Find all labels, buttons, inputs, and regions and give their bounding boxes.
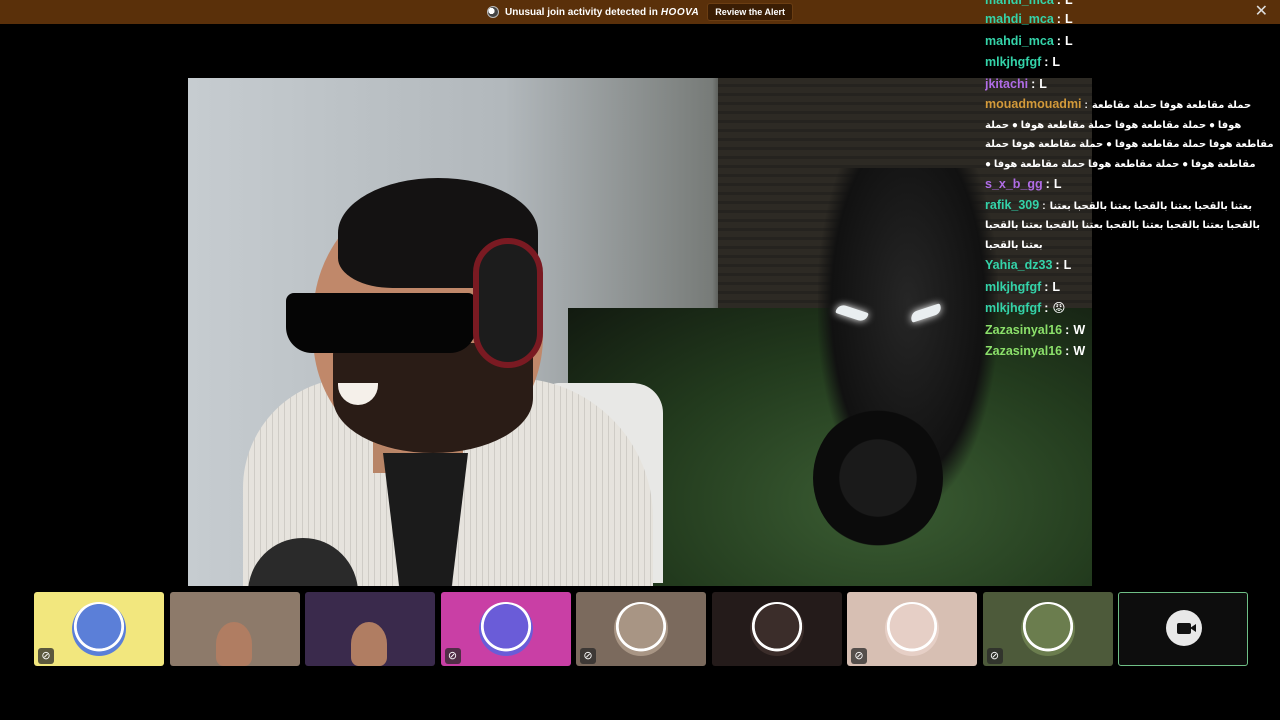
participant-tile[interactable]: ⊘ [847,592,977,666]
chat-message: mahdi_mca: L [985,33,1073,48]
camera-toggle-tile[interactable] [1118,592,1248,666]
alert-message: Unusual join activity detected in [505,6,658,18]
chat-text: L [1064,12,1073,26]
chat-username[interactable]: jkitachi [985,77,1028,91]
chat-message: Zazasinyal16: W [985,344,1086,358]
chat-username[interactable]: mouadmouadmi [985,97,1082,111]
chat-message: Yahia_dz33: L [985,258,1072,272]
chat-text: L [1064,33,1073,48]
main-video-feed[interactable] [188,78,1092,586]
camera-icon[interactable] [1166,610,1202,646]
chat-message: rafik_309: بعتنا بالقحبا بعتنا بالقحبا بع… [985,197,1261,251]
chat-message: Zazasinyal16: W [985,322,1086,337]
chat-message: mouadmouadmi: حملة مقاطعة هوفا حملة مقاطع… [985,97,1274,170]
chat-username[interactable]: mlkjhgfgf [985,280,1041,294]
chat-message: s_x_b_gg: L [985,177,1062,191]
participant-tile[interactable]: ⊘ [440,592,571,666]
chat-message: mlkjhgfgf: 😡 [985,301,1066,315]
review-alert-button[interactable]: Review the Alert [707,3,793,21]
chat-username[interactable]: mahdi_mca [985,12,1054,26]
chat-username[interactable]: s_x_b_gg [985,177,1043,191]
mic-muted-icon: ⊘ [38,648,54,664]
participant-video [215,622,252,666]
avatar [478,602,533,656]
chat-username[interactable]: rafik_309 [985,198,1039,212]
chat-message: mlkjhgfgf: L [985,279,1061,294]
avatar [1020,602,1075,656]
chat-text: W [1073,322,1086,337]
participant-tile[interactable] [169,592,300,666]
avatar [749,602,804,656]
participant-tile[interactable] [711,592,842,666]
avatar [614,602,668,656]
headphones [473,238,543,368]
chat-message: mahdi_mca: L [985,0,1275,9]
participant-tile[interactable]: ⊘ [576,592,706,666]
chat-username[interactable]: Yahia_dz33 [985,258,1052,272]
chat-text: L [1052,279,1061,294]
chat-username[interactable]: mlkjhgfgf [985,55,1041,69]
chat-overlay: mahdi_mca: L mahdi_mca: L mahdi_mca: Lmlkjhgf… [985,0,1275,358]
chat-text: 😡 [1052,301,1066,315]
chat-message: mlkjhgfgf: L [985,55,1061,69]
chat-text: L [1064,0,1073,7]
chat-message: mahdi_mca: L [985,12,1073,26]
chat-username[interactable]: Zazasinyal16 [985,323,1062,337]
avatar [885,602,939,656]
moon-icon [487,6,500,18]
chat-text: W [1073,344,1086,358]
participant-video [351,622,387,666]
chat-username[interactable]: Zazasinyal16 [985,344,1062,358]
chat-username[interactable]: mahdi_mca [985,34,1054,48]
chat-text: L [1052,55,1061,69]
alert-brand: HOOVA [660,6,700,18]
participant-tile[interactable]: ⊘ [982,592,1113,666]
chat-text: L [1039,76,1047,91]
chat-username[interactable]: mlkjhgfgf [985,301,1041,315]
chat-text: L [1063,258,1072,272]
chat-text: L [1053,177,1062,191]
mic-muted-icon: ⊘ [851,648,867,664]
participant-tile[interactable]: ⊘ [34,592,164,666]
participant-strip: ⊘ ⊘ ⊘ ⊘ ⊘ [34,592,1248,666]
mic-muted-icon: ⊘ [580,648,596,664]
mic-muted-icon: ⊘ [986,648,1003,664]
participant-tile[interactable] [305,592,435,666]
sunglasses [286,293,476,353]
mic-muted-icon: ⊘ [444,648,461,664]
avatar [72,602,126,656]
chat-message: jkitachi: L [985,76,1047,91]
chat-username[interactable]: mahdi_mca [985,0,1054,7]
